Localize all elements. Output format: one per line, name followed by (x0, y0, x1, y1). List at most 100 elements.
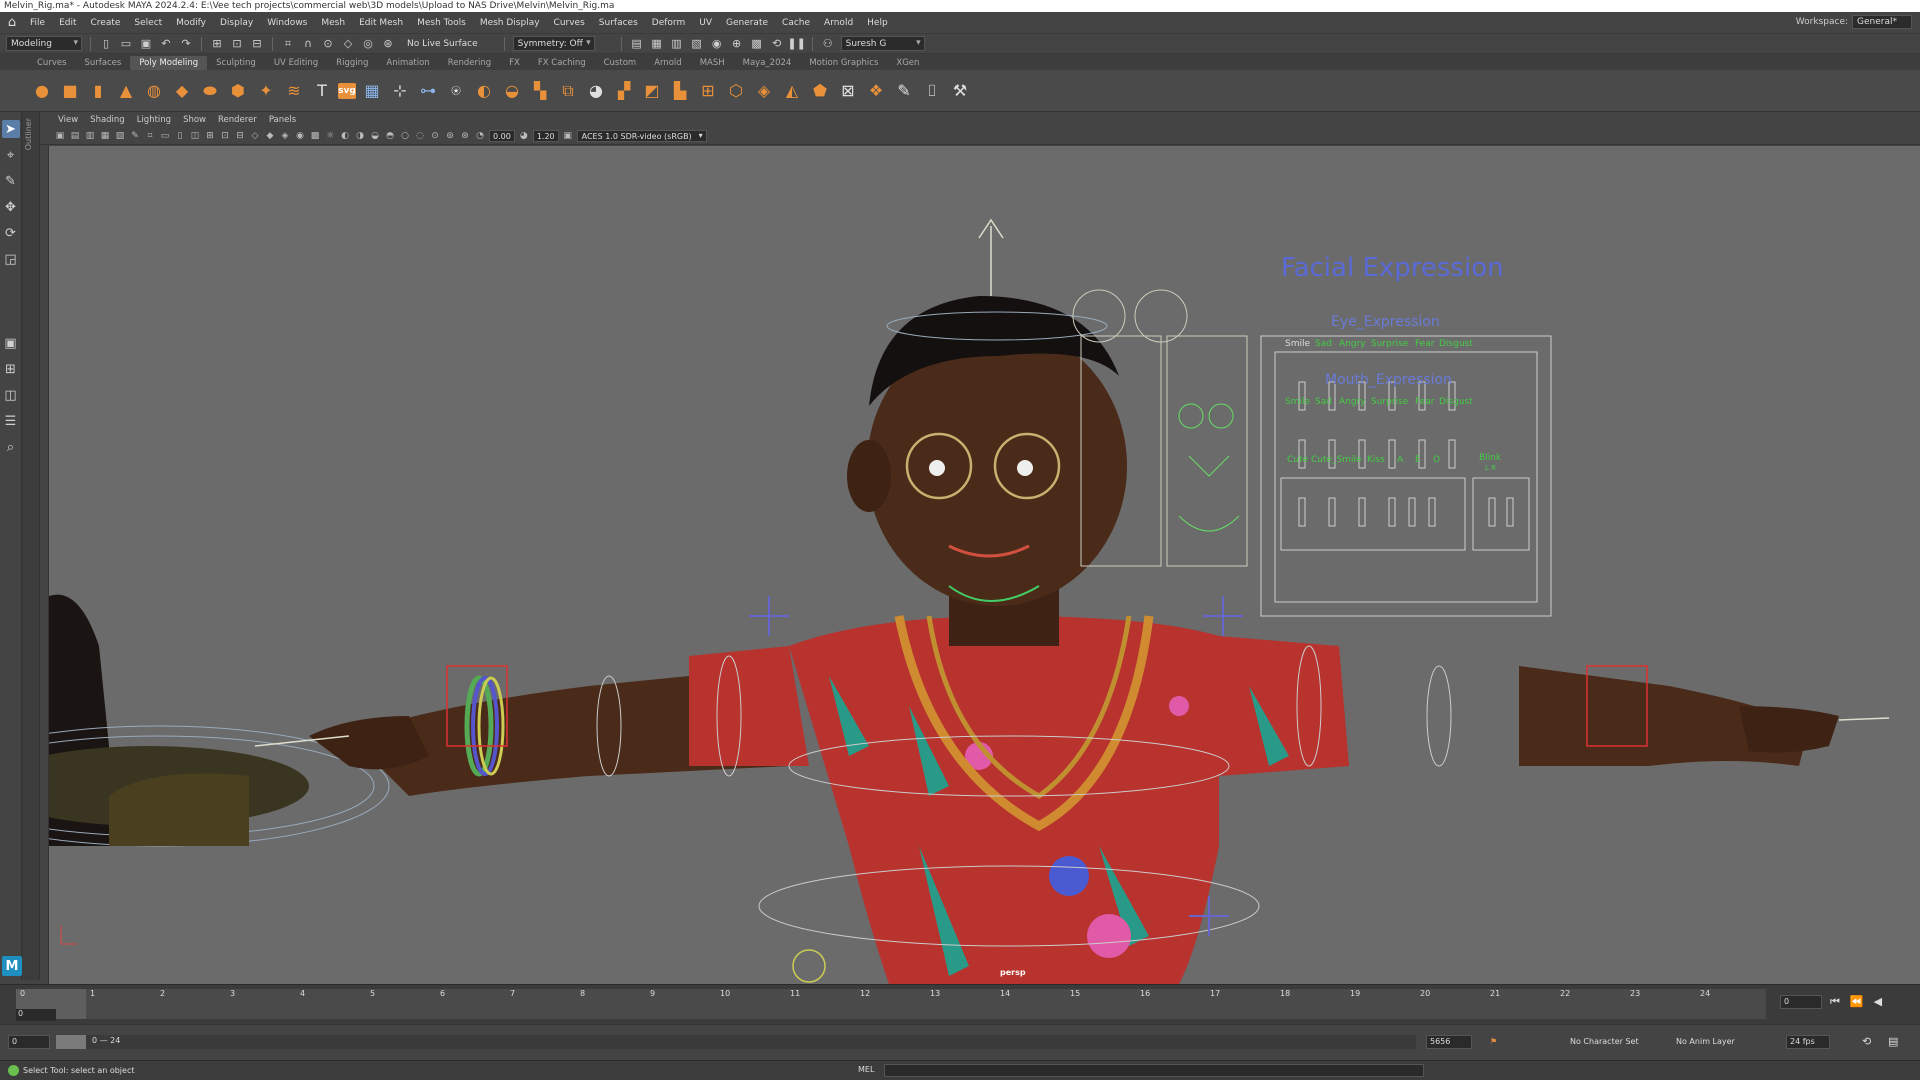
poly-cylinder-icon[interactable]: ▮ (86, 79, 110, 103)
menu-mesh-tools[interactable]: Mesh Tools (411, 18, 474, 28)
paint-select-icon[interactable]: ✎ (2, 172, 20, 190)
rotate-tool-icon[interactable]: ⟳ (2, 224, 20, 242)
snap-curve-icon[interactable]: ∩ (301, 37, 315, 51)
shelf-tab-animation[interactable]: Animation (377, 56, 438, 70)
new-scene-icon[interactable]: ▯ (99, 37, 113, 51)
super-shape-icon[interactable]: ✦ (254, 79, 278, 103)
render-settings-icon[interactable]: ▧ (690, 37, 704, 51)
shelf-tab-fx-caching[interactable]: FX Caching (529, 56, 595, 70)
two-d-pan-icon[interactable]: ▧ (114, 130, 126, 142)
select-object-icon[interactable]: ⊡ (230, 37, 244, 51)
lasso-tool-icon[interactable]: ⌖ (2, 146, 20, 164)
xray-joints-icon[interactable]: ⊚ (444, 130, 456, 142)
menu-select[interactable]: Select (128, 18, 170, 28)
snap-surface-icon[interactable]: ◎ (361, 37, 375, 51)
film-gate-icon[interactable]: ▭ (159, 130, 171, 142)
menu-help[interactable]: Help (861, 18, 896, 28)
menu-display[interactable]: Display (214, 18, 261, 28)
panel-menu-renderer[interactable]: Renderer (214, 115, 265, 125)
gamma-icon[interactable]: ◕ (518, 130, 530, 142)
keyframe-icon[interactable]: ⚑ (1490, 1035, 1497, 1049)
offset-edge-loop-icon[interactable]: ⬟ (808, 79, 832, 103)
smooth-shade-icon[interactable]: ◆ (264, 130, 276, 142)
menuset-dropdown[interactable]: Modeling (6, 36, 82, 51)
pause-icon[interactable]: ❚❚ (787, 37, 805, 51)
mel-command-input[interactable] (884, 1064, 1424, 1077)
current-frame-field[interactable]: 0 (1780, 995, 1822, 1009)
poly-torus-icon[interactable]: ◍ (142, 79, 166, 103)
persp-viewport[interactable]: Facial Expression Eye_Expression Smile S… (48, 146, 1920, 984)
poly-cube-icon[interactable]: ■ (58, 79, 82, 103)
shelf-tab-poly-modeling[interactable]: Poly Modeling (130, 56, 208, 70)
bridge-icon[interactable]: ⧉ (556, 79, 580, 103)
snap-grid-icon[interactable]: ⌗ (281, 37, 295, 51)
snap-plane-icon[interactable]: ◇ (341, 37, 355, 51)
menu-cache[interactable]: Cache (776, 18, 818, 28)
shelf-tab-maya-2024[interactable]: Maya_2024 (734, 56, 801, 70)
wireframe-icon[interactable]: ◇ (249, 130, 261, 142)
sweep-mesh-icon[interactable]: ≋ (282, 79, 306, 103)
persp-outliner-icon[interactable]: ◫ (2, 386, 20, 404)
shelf-tab-sculpting[interactable]: Sculpting (207, 56, 265, 70)
connect-icon[interactable]: ⬡ (724, 79, 748, 103)
insert-edge-loop-icon[interactable]: ◭ (780, 79, 804, 103)
panel-menu-show[interactable]: Show (179, 115, 214, 125)
home-icon[interactable]: ⌂ (0, 15, 24, 30)
menu-edit-mesh[interactable]: Edit Mesh (353, 18, 411, 28)
menu-arnold[interactable]: Arnold (818, 18, 861, 28)
separate-icon[interactable]: ⊶ (416, 79, 440, 103)
make-live-icon[interactable]: ⊛ (381, 37, 395, 51)
transfer-attributes-icon[interactable]: ⌷ (920, 79, 944, 103)
duplicate-face-icon[interactable]: ❖ (864, 79, 888, 103)
shelf-tab-curves[interactable]: Curves (28, 56, 76, 70)
time-slider-track[interactable]: 0 1 2 3 4 5 6 7 8 9 10 11 12 13 14 15 16… (16, 989, 1766, 1021)
gamma-field[interactable]: 1.20 (532, 130, 559, 142)
boolean-union-icon[interactable]: ◐ (472, 79, 496, 103)
menu-windows[interactable]: Windows (261, 18, 315, 28)
menu-edit[interactable]: Edit (53, 18, 84, 28)
single-view-icon[interactable]: ▣ (2, 334, 20, 352)
textured-icon[interactable]: ▩ (309, 130, 321, 142)
mel-language-toggle[interactable]: MEL (858, 1065, 874, 1074)
range-end-field[interactable]: 5656 (1426, 1035, 1472, 1049)
shelf-tab-rigging[interactable]: Rigging (327, 56, 377, 70)
ipr-render-icon[interactable]: ▥ (670, 37, 684, 51)
menu-mesh-display[interactable]: Mesh Display (474, 18, 548, 28)
select-hierarchy-icon[interactable]: ⊞ (210, 37, 224, 51)
smooth-icon[interactable]: ⍟ (444, 79, 468, 103)
exposure-field[interactable]: 0.00 (489, 130, 515, 142)
shelf-tab-arnold[interactable]: Arnold (645, 56, 691, 70)
outliner-layout-icon[interactable]: ☰ (2, 412, 20, 430)
menu-deform[interactable]: Deform (646, 18, 693, 28)
arnold-render-icon[interactable]: ⊕ (730, 37, 744, 51)
gate-mask-icon[interactable]: ◫ (189, 130, 201, 142)
grease-pencil-icon[interactable]: ✎ (129, 130, 141, 142)
motion-blur-icon[interactable]: ◒ (369, 130, 381, 142)
character-set-dropdown[interactable]: No Character Set (1570, 1035, 1639, 1049)
panel-menu-view[interactable]: View (54, 115, 86, 125)
combine-icon[interactable]: ⊹ (388, 79, 412, 103)
quad-draw-icon[interactable]: ◈ (752, 79, 776, 103)
shelf-tab-fx[interactable]: FX (500, 56, 529, 70)
multi-cut-icon[interactable]: ▙ (668, 79, 692, 103)
uv-editor-icon[interactable]: ▦ (360, 79, 384, 103)
fps-dropdown[interactable]: 24 fps (1786, 1035, 1830, 1049)
save-scene-icon[interactable]: ▣ (139, 37, 153, 51)
wireframe-on-shaded-icon[interactable]: ◉ (294, 130, 306, 142)
grid-toggle-icon[interactable]: ⌗ (144, 130, 156, 142)
menu-create[interactable]: Create (85, 18, 129, 28)
search-icon[interactable]: ⌕ (2, 438, 20, 456)
paint-weights-icon[interactable]: ⚒ (948, 79, 972, 103)
arnold-refresh-icon[interactable]: ⟲ (770, 37, 784, 51)
go-to-start-icon[interactable]: ⏮ (1830, 995, 1840, 1009)
live-surface-label[interactable]: No Live Surface (407, 39, 478, 49)
default-material-icon[interactable]: ◈ (279, 130, 291, 142)
depth-of-field-icon[interactable]: ○ (399, 130, 411, 142)
mirror-icon[interactable]: ⊠ (836, 79, 860, 103)
color-management-icon[interactable]: ▣ (562, 130, 574, 142)
target-weld-icon[interactable]: ⊞ (696, 79, 720, 103)
shelf-tab-motion-graphics[interactable]: Motion Graphics (800, 56, 887, 70)
shadows-icon[interactable]: ◐ (339, 130, 351, 142)
safe-title-icon[interactable]: ⊟ (234, 130, 246, 142)
fill-hole-icon[interactable]: ▞ (612, 79, 636, 103)
